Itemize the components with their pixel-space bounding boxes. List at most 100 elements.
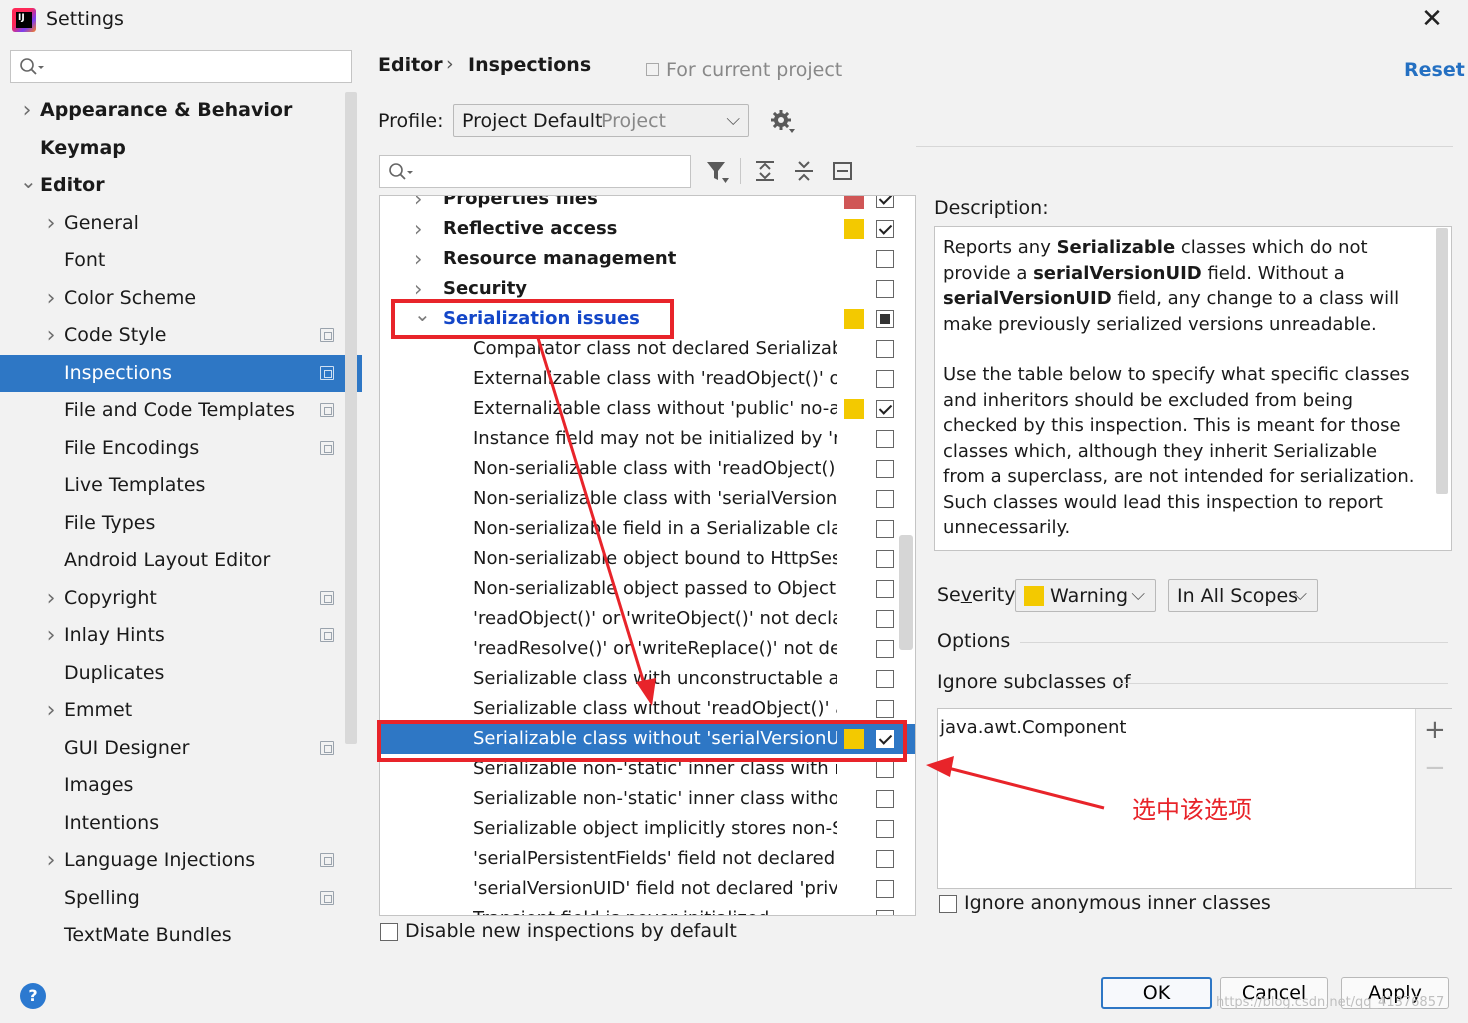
inspection-checkbox[interactable] [876,310,894,328]
inspection-checkbox[interactable] [876,730,894,748]
sidebar-item-editor[interactable]: ⌄ Editor [0,167,362,204]
inspection-group-row[interactable]: › Reflective access [380,214,900,244]
chevron-right-icon[interactable]: › [414,214,422,244]
sidebar-item-images[interactable]: Images [0,767,362,804]
inspection-checkbox[interactable] [876,550,894,568]
chevron-down-icon[interactable]: ⌄ [20,163,37,200]
inspection-checkbox[interactable] [876,760,894,778]
inspection-checkbox[interactable] [876,430,894,448]
filter-icon[interactable] [702,156,732,186]
remove-icon[interactable]: − [1424,753,1446,783]
reset-link[interactable]: Reset [1404,59,1465,81]
inspection-checkbox[interactable] [876,790,894,808]
inspection-checkbox[interactable] [876,820,894,838]
inspection-row[interactable]: Serializable non-'static' inner class wi… [380,754,900,784]
inspection-row[interactable]: Non-serializable class with 'readObject(… [380,454,900,484]
sidebar-item-android-layout-editor[interactable]: Android Layout Editor [0,542,362,579]
sidebar-item-file-encodings[interactable]: File Encodings [0,430,362,467]
sidebar-item-inspections[interactable]: Inspections [0,354,362,392]
inspection-row[interactable]: 'serialVersionUID' field not declared 'p… [380,874,900,904]
inspection-row[interactable]: Instance field may not be initialized by… [380,424,900,454]
inspection-group-row[interactable]: ⌄ Serialization issues [380,304,900,334]
sidebar-item-code-style[interactable]: › Code Style [0,317,362,354]
inspection-checkbox[interactable] [876,220,894,238]
sidebar-item-duplicates[interactable]: Duplicates [0,655,362,692]
chevron-right-icon[interactable]: › [44,280,58,317]
chevron-right-icon[interactable]: › [44,317,58,354]
inspection-row[interactable]: Serializable object implicitly stores no… [380,814,900,844]
inspection-row[interactable]: 'serialPersistentFields' field not decla… [380,844,900,874]
inspection-row[interactable]: Non-serializable field in a Serializable… [380,514,900,544]
sidebar-item-copyright[interactable]: › Copyright [0,580,362,617]
sidebar-item-appearance-behavior[interactable]: › Appearance & Behavior [0,92,362,129]
sidebar-scrollbar[interactable] [345,92,357,744]
help-icon[interactable]: ? [20,983,46,1009]
sidebar-item-gui-designer[interactable]: GUI Designer [0,730,362,767]
chevron-right-icon[interactable]: › [414,274,422,304]
inspection-row[interactable]: Serializable class with unconstructable … [380,664,900,694]
severity-dropdown[interactable]: Warning ⌵ [1015,579,1156,612]
inspection-row[interactable]: Comparator class not declared Serializab… [380,334,900,364]
expand-all-icon[interactable] [750,156,780,186]
description-scrollbar[interactable] [1436,228,1448,494]
inspection-checkbox[interactable] [876,280,894,298]
reset-to-default-icon[interactable] [828,156,858,186]
chevron-right-icon[interactable]: › [44,692,58,729]
inspection-row[interactable]: Non-serializable object passed to Object… [380,574,900,604]
inspection-row[interactable]: Serializable class without 'serialVersio… [380,724,915,754]
inspection-checkbox[interactable] [876,910,894,915]
sidebar-item-textmate-bundles[interactable]: TextMate Bundles [0,917,362,954]
inspection-group-row[interactable]: › Security [380,274,900,304]
disable-new-inspections-checkbox[interactable] [380,923,398,941]
inspection-checkbox[interactable] [876,880,894,898]
sidebar-item-spelling[interactable]: Spelling [0,880,362,917]
collapse-all-icon[interactable] [789,156,819,186]
sidebar-item-emmet[interactable]: › Emmet [0,692,362,729]
inspection-checkbox[interactable] [876,640,894,658]
inspection-row[interactable]: Externalizable class without 'public' no… [380,394,900,424]
sidebar-item-file-types[interactable]: File Types [0,505,362,542]
inspection-checkbox[interactable] [876,400,894,418]
sidebar-item-live-templates[interactable]: Live Templates [0,467,362,504]
inspection-row[interactable]: Non-serializable object bound to HttpSes… [380,544,900,574]
inspection-row[interactable]: Serializable class without 'readObject()… [380,694,900,724]
chevron-right-icon[interactable]: › [44,617,58,654]
inspection-checkbox[interactable] [876,520,894,538]
inspection-checkbox[interactable] [876,850,894,868]
sidebar-item-font[interactable]: Font [0,242,362,279]
sidebar-item-keymap[interactable]: Keymap [0,130,362,167]
scope-dropdown[interactable]: In All Scopes ⌵ [1168,579,1318,612]
inspection-checkbox[interactable] [876,610,894,628]
sidebar-item-language-injections[interactable]: › Language Injections [0,842,362,879]
settings-search-input[interactable] [10,50,352,83]
chevron-down-icon[interactable]: ⌄ [414,304,431,329]
breadcrumb-editor[interactable]: Editor [378,54,443,76]
inspection-list-scrollbar[interactable] [899,535,913,650]
inspection-search-input[interactable] [379,155,691,188]
inspection-checkbox[interactable] [876,580,894,598]
inspection-group-row[interactable]: › Resource management [380,244,900,274]
sidebar-item-file-and-code-templates[interactable]: File and Code Templates [0,392,362,429]
ignore-anonymous-checkbox[interactable] [939,895,957,913]
inspection-group-row[interactable]: › Properties files [380,196,900,214]
ok-button[interactable]: OK [1101,977,1212,1009]
chevron-right-icon[interactable]: › [44,205,58,242]
inspection-row[interactable]: Serializable non-'static' inner class wi… [380,784,900,814]
inspection-checkbox[interactable] [876,196,894,208]
inspection-checkbox[interactable] [876,250,894,268]
chevron-right-icon[interactable]: › [44,580,58,617]
sidebar-item-general[interactable]: › General [0,205,362,242]
inspection-checkbox[interactable] [876,490,894,508]
inspection-row[interactable]: Non-serializable class with 'serialVersi… [380,484,900,514]
inspection-row[interactable]: Transient field is never initialized [380,904,900,915]
close-icon[interactable]: ✕ [1418,6,1446,34]
inspection-row[interactable]: 'readObject()' or 'writeObject()' not de… [380,604,900,634]
sidebar-item-color-scheme[interactable]: › Color Scheme [0,280,362,317]
chevron-right-icon[interactable]: › [414,196,422,214]
chevron-right-icon[interactable]: › [20,92,34,129]
inspection-checkbox[interactable] [876,670,894,688]
inspection-checkbox[interactable] [876,370,894,388]
inspection-row[interactable]: 'readResolve()' or 'writeReplace()' not … [380,634,900,664]
sidebar-item-intentions[interactable]: Intentions [0,805,362,842]
inspection-checkbox[interactable] [876,460,894,478]
